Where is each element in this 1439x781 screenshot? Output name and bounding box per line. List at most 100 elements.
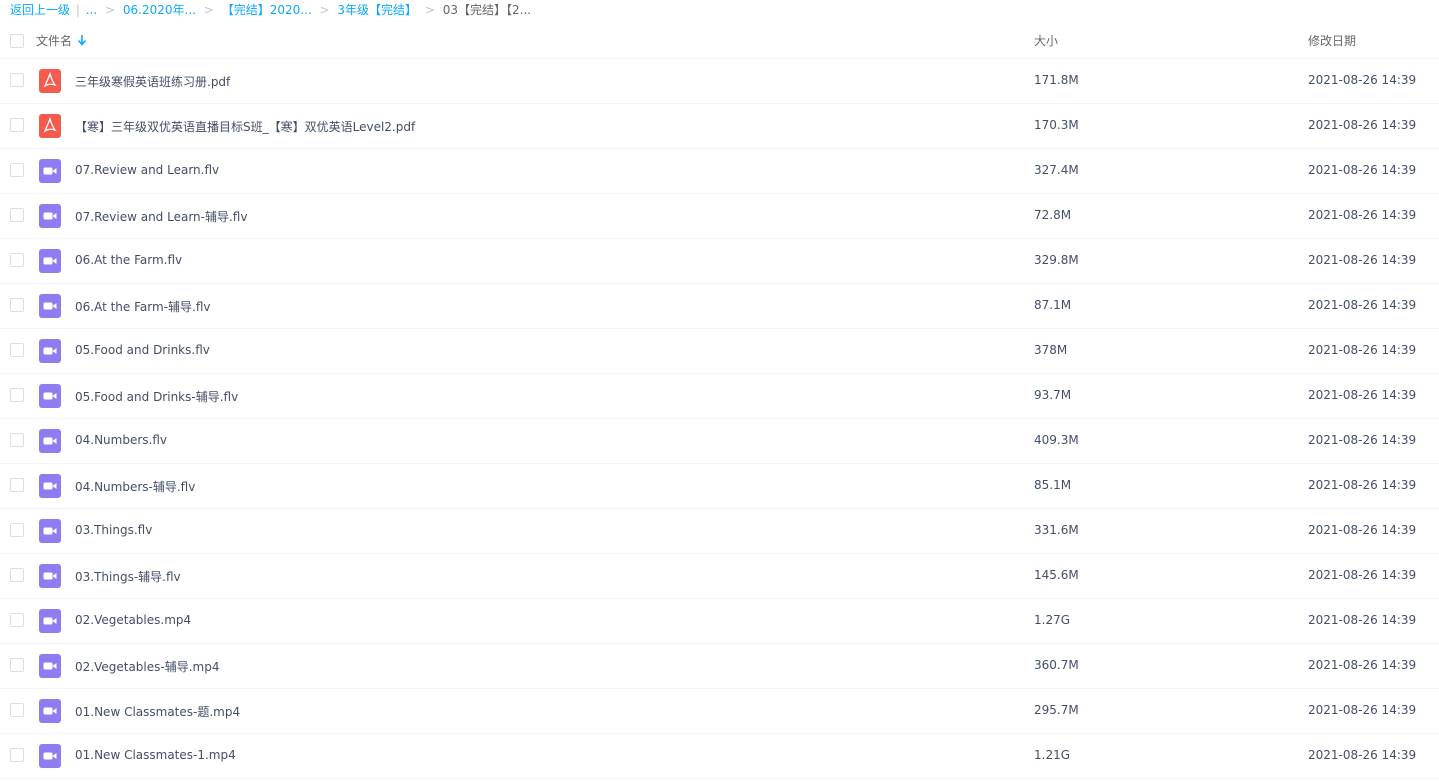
pdf-icon <box>39 114 61 138</box>
file-list: 三年级寒假英语班练习册.pdf 171.8M 2021-08-26 14:39 【寒】… <box>0 59 1439 779</box>
file-list-header: 文件名 大小 修改日期 <box>0 20 1439 59</box>
video-icon <box>39 519 61 543</box>
file-name[interactable]: 04.Numbers.flv <box>75 433 167 447</box>
breadcrumb-item-3[interactable]: 3年级【完结】 <box>337 3 417 17</box>
file-row[interactable]: 【寒】三年级双优英语直播目标S班_【寒】双优英语Level2.pdf 170.3M… <box>0 104 1439 149</box>
file-name[interactable]: 07.Review and Learn-辅导.flv <box>75 208 247 225</box>
file-modified-date: 2021-08-26 14:39 <box>1308 523 1417 537</box>
file-checkbox[interactable] <box>10 208 24 222</box>
file-name[interactable]: 【寒】三年级双优英语直播目标S班_【寒】双优英语Level2.pdf <box>75 118 415 135</box>
video-icon <box>39 249 61 273</box>
file-name[interactable]: 05.Food and Drinks.flv <box>75 343 210 357</box>
file-name[interactable]: 三年级寒假英语班练习册.pdf <box>75 73 230 90</box>
file-checkbox[interactable] <box>10 478 24 492</box>
file-row[interactable]: 01.New Classmates-题.mp4 295.7M 2021-08-26 … <box>0 689 1439 734</box>
file-modified-date: 2021-08-26 14:39 <box>1308 73 1417 87</box>
file-modified-date: 2021-08-26 14:39 <box>1308 298 1417 312</box>
column-header-date[interactable]: 修改日期 <box>1308 32 1356 49</box>
column-header-name[interactable]: 文件名 <box>36 32 72 49</box>
file-checkbox[interactable] <box>10 388 24 402</box>
file-name[interactable]: 02.Vegetables-辅导.mp4 <box>75 658 219 675</box>
file-checkbox[interactable] <box>10 73 24 87</box>
file-modified-date: 2021-08-26 14:39 <box>1308 118 1417 132</box>
file-name[interactable]: 06.At the Farm.flv <box>75 253 182 267</box>
file-checkbox[interactable] <box>10 523 24 537</box>
file-name[interactable]: 02.Vegetables.mp4 <box>75 613 191 627</box>
file-size: 1.27G <box>1034 613 1071 627</box>
file-checkbox[interactable] <box>10 658 24 672</box>
file-size: 93.7M <box>1034 388 1072 402</box>
video-icon <box>39 609 61 633</box>
file-size: 1.21G <box>1034 748 1071 762</box>
video-icon <box>39 384 61 408</box>
breadcrumb-separator-icon: > <box>105 3 116 17</box>
breadcrumb-item-2[interactable]: 【完结】2020... <box>222 3 312 17</box>
select-all-checkbox[interactable] <box>10 34 24 48</box>
video-icon <box>39 429 61 453</box>
file-row[interactable]: 07.Review and Learn-辅导.flv 72.8M 2021-08-2… <box>0 194 1439 239</box>
video-icon <box>39 204 61 228</box>
breadcrumb-ellipsis[interactable]: ... <box>86 3 97 17</box>
file-checkbox[interactable] <box>10 568 24 582</box>
video-icon <box>39 654 61 678</box>
video-icon <box>39 744 61 768</box>
file-row[interactable]: 01.New Classmates-1.mp4 1.21G 2021-08-26 1… <box>0 734 1439 779</box>
file-modified-date: 2021-08-26 14:39 <box>1308 613 1417 627</box>
breadcrumb-item-1[interactable]: 06.2020年... <box>123 3 196 17</box>
file-row[interactable]: 03.Things-辅导.flv 145.6M 2021-08-26 14:39 <box>0 554 1439 599</box>
file-checkbox[interactable] <box>10 343 24 357</box>
file-checkbox[interactable] <box>10 298 24 312</box>
file-name[interactable]: 03.Things.flv <box>75 523 152 537</box>
file-row[interactable]: 04.Numbers-辅导.flv 85.1M 2021-08-26 14:39 <box>0 464 1439 509</box>
file-checkbox[interactable] <box>10 613 24 627</box>
sort-arrow-down-icon[interactable] <box>76 33 88 47</box>
file-checkbox[interactable] <box>10 433 24 447</box>
video-icon <box>39 159 61 183</box>
file-name[interactable]: 07.Review and Learn.flv <box>75 163 219 177</box>
breadcrumb-separator-icon: > <box>424 3 435 17</box>
file-name[interactable]: 03.Things-辅导.flv <box>75 568 181 585</box>
file-checkbox[interactable] <box>10 118 24 132</box>
file-row[interactable]: 06.At the Farm-辅导.flv 87.1M 2021-08-26 14:… <box>0 284 1439 329</box>
back-link[interactable]: 返回上一级 <box>10 3 70 17</box>
file-modified-date: 2021-08-26 14:39 <box>1308 253 1417 267</box>
file-checkbox[interactable] <box>10 163 24 177</box>
file-row[interactable]: 06.At the Farm.flv 329.8M 2021-08-26 14:39 <box>0 239 1439 284</box>
breadcrumb-separator-icon: > <box>319 3 330 17</box>
file-modified-date: 2021-08-26 14:39 <box>1308 388 1417 402</box>
pdf-icon <box>39 69 61 93</box>
video-icon <box>39 294 61 318</box>
file-name[interactable]: 01.New Classmates-1.mp4 <box>75 748 236 762</box>
file-modified-date: 2021-08-26 14:39 <box>1308 478 1417 492</box>
file-name[interactable]: 04.Numbers-辅导.flv <box>75 478 195 495</box>
file-modified-date: 2021-08-26 14:39 <box>1308 703 1417 717</box>
file-modified-date: 2021-08-26 14:39 <box>1308 748 1417 762</box>
file-row[interactable]: 04.Numbers.flv 409.3M 2021-08-26 14:39 <box>0 419 1439 464</box>
file-modified-date: 2021-08-26 14:39 <box>1308 658 1417 672</box>
file-size: 85.1M <box>1034 478 1072 492</box>
video-icon <box>39 699 61 723</box>
file-row[interactable]: 05.Food and Drinks.flv 378M 2021-08-26 14:… <box>0 329 1439 374</box>
file-size: 378M <box>1034 343 1068 357</box>
file-size: 170.3M <box>1034 118 1079 132</box>
file-size: 171.8M <box>1034 73 1079 87</box>
column-header-size[interactable]: 大小 <box>1034 32 1058 49</box>
file-row[interactable]: 02.Vegetables-辅导.mp4 360.7M 2021-08-26 14:… <box>0 644 1439 689</box>
file-row[interactable]: 02.Vegetables.mp4 1.27G 2021-08-26 14:39 <box>0 599 1439 644</box>
file-size: 329.8M <box>1034 253 1079 267</box>
file-size: 72.8M <box>1034 208 1072 222</box>
file-modified-date: 2021-08-26 14:39 <box>1308 568 1417 582</box>
breadcrumb-separator-icon: > <box>203 3 214 17</box>
file-name[interactable]: 05.Food and Drinks-辅导.flv <box>75 388 238 405</box>
file-row[interactable]: 07.Review and Learn.flv 327.4M 2021-08-26 … <box>0 149 1439 194</box>
file-name[interactable]: 01.New Classmates-题.mp4 <box>75 703 240 720</box>
file-row[interactable]: 03.Things.flv 331.6M 2021-08-26 14:39 <box>0 509 1439 554</box>
file-checkbox[interactable] <box>10 748 24 762</box>
file-row[interactable]: 三年级寒假英语班练习册.pdf 171.8M 2021-08-26 14:39 <box>0 59 1439 104</box>
file-checkbox[interactable] <box>10 703 24 717</box>
file-modified-date: 2021-08-26 14:39 <box>1308 163 1417 177</box>
file-name[interactable]: 06.At the Farm-辅导.flv <box>75 298 210 315</box>
file-row[interactable]: 05.Food and Drinks-辅导.flv 93.7M 2021-08-26… <box>0 374 1439 419</box>
file-checkbox[interactable] <box>10 253 24 267</box>
file-size: 331.6M <box>1034 523 1079 537</box>
